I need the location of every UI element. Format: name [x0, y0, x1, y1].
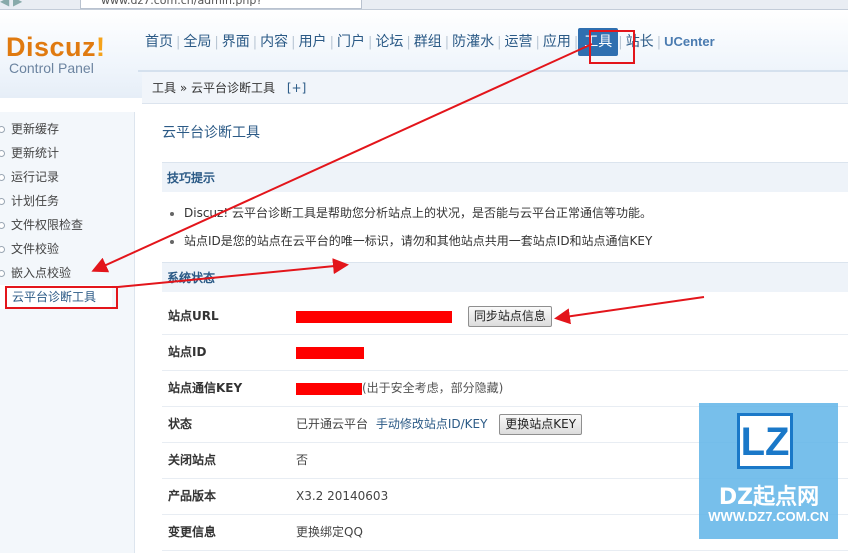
watermark-site: WWW.DZ7.COM.CN	[708, 509, 829, 524]
row-site-url: 站点URL 同步站点信息	[162, 298, 848, 335]
discuz-logo: Discuz! Control Panel	[6, 32, 106, 76]
sidebar-item-label: 嵌入点校验	[11, 266, 72, 280]
bullet-icon	[170, 239, 174, 244]
topnav-forum[interactable]: 论坛	[372, 30, 406, 54]
redacted-site-key	[296, 382, 362, 395]
breadcrumb: 工具 » 云平台诊断工具 [+]	[142, 72, 848, 104]
topnav-content[interactable]: 内容	[257, 30, 291, 54]
edit-site-id-key-link[interactable]: 手动修改站点ID/KEY	[376, 417, 488, 431]
status-value: 已开通云平台 手动修改站点ID/KEY 更换站点KEY	[296, 406, 583, 442]
topnav-home[interactable]: 首页	[142, 30, 176, 54]
tip-text: Discuz! 云平台诊断工具是帮助您分析站点上的状况，是否能与云平台正常通信等…	[184, 206, 652, 220]
status-label: 状态	[168, 417, 193, 431]
watermark-logo-icon: LZ	[737, 413, 793, 469]
sidebar-item-label: 运行记录	[11, 170, 60, 184]
row-site-id: 站点ID	[162, 334, 848, 371]
sidebar-item-run-log[interactable]: 运行记录	[0, 165, 59, 189]
redacted-site-id	[296, 346, 364, 359]
topnav-groups[interactable]: 群组	[411, 30, 445, 54]
change-site-key-button[interactable]: 更换站点KEY	[499, 414, 583, 435]
bullet-icon	[0, 246, 5, 253]
topnav-users[interactable]: 用户	[296, 30, 330, 54]
bullet-icon	[0, 270, 5, 277]
sidebar-item-label: 文件权限检查	[11, 218, 84, 232]
browser-nav-icons[interactable]: ◀ ▶	[0, 0, 60, 8]
topnav-ucenter[interactable]: UCenter	[661, 30, 718, 54]
tip-text: 站点ID是您的站点在云平台的唯一标识，请勿和其他站点共用一套站点ID和站点通信K…	[184, 234, 653, 248]
site-key-label: 站点通信KEY	[168, 381, 243, 395]
page-title: 云平台诊断工具	[162, 125, 260, 141]
bullet-icon	[0, 222, 5, 229]
bullet-icon	[0, 126, 5, 133]
site-key-note: (出于安全考虑，部分隐藏)	[362, 381, 504, 395]
logo-bang: !	[96, 32, 106, 62]
sidebar-item-scheduled-tasks[interactable]: 计划任务	[0, 189, 59, 213]
tip-item: 站点ID是您的站点在云平台的唯一标识，请勿和其他站点共用一套站点ID和站点通信K…	[170, 232, 652, 249]
sidebar-item-update-stats[interactable]: 更新统计	[0, 141, 59, 165]
site-id-value	[296, 334, 364, 370]
annotation-highlight-tools-tab	[589, 30, 635, 64]
bullet-icon	[0, 150, 5, 157]
site-url-value: 同步站点信息	[296, 298, 552, 334]
add-shortcut-button[interactable]: [+]	[287, 81, 306, 95]
tip-item: Discuz! 云平台诊断工具是帮助您分析站点上的状况，是否能与云平台正常通信等…	[170, 204, 652, 221]
redacted-site-url	[296, 310, 452, 323]
status-text: 已开通云平台	[296, 417, 369, 431]
site-key-value: (出于安全考虑，部分隐藏)	[296, 370, 503, 406]
site-url-label: 站点URL	[168, 309, 219, 323]
row-site-key: 站点通信KEY (出于安全考虑，部分隐藏)	[162, 370, 848, 407]
product-version-label: 产品版本	[168, 489, 217, 503]
status-heading: 系统状态	[162, 262, 848, 292]
site-id-label: 站点ID	[168, 345, 207, 359]
browser-address-bar: ◀ ▶ www.dz7.com.cn/admin.php?	[0, 0, 848, 10]
product-version-value: X3.2 20140603	[296, 489, 389, 503]
sidebar-item-label: 更新统计	[11, 146, 60, 160]
topnav-antispam[interactable]: 防灌水	[449, 30, 497, 54]
sidebar: 更新缓存 更新统计 运行记录 计划任务 文件权限检查 文件校验 嵌入点校验 云平…	[0, 112, 135, 553]
topnav-interface[interactable]: 界面	[219, 30, 253, 54]
bullet-icon	[170, 211, 174, 216]
change-info-label: 变更信息	[168, 525, 217, 539]
sidebar-item-label: 计划任务	[11, 194, 60, 208]
breadcrumb-root[interactable]: 工具	[152, 81, 176, 95]
sidebar-item-hook-verify[interactable]: 嵌入点校验	[0, 261, 71, 285]
topnav-operations[interactable]: 运营	[502, 30, 536, 54]
topnav-portal[interactable]: 门户	[334, 30, 368, 54]
logo-subtitle: Control Panel	[9, 60, 94, 76]
close-site-label: 关闭站点	[168, 453, 217, 467]
sidebar-item-label: 文件校验	[11, 242, 60, 256]
logo-brand: Discuz	[6, 32, 97, 62]
close-site-value: 否	[296, 453, 309, 467]
annotation-highlight-sidebar-item	[5, 286, 118, 309]
watermark: LZ DZ起点网 WWW.DZ7.COM.CN	[699, 403, 838, 539]
sidebar-item-file-permissions[interactable]: 文件权限检查	[0, 213, 83, 237]
url-field[interactable]: www.dz7.com.cn/admin.php?	[80, 0, 362, 9]
tips-heading: 技巧提示	[162, 162, 848, 192]
sync-site-info-button[interactable]: 同步站点信息	[467, 306, 552, 327]
bullet-icon	[0, 174, 5, 181]
change-bound-qq-link[interactable]: 更换绑定QQ	[296, 514, 363, 550]
watermark-name: DZ起点网	[718, 485, 820, 510]
breadcrumb-current: 云平台诊断工具	[191, 81, 276, 95]
sidebar-item-file-verify[interactable]: 文件校验	[0, 237, 59, 261]
sidebar-item-update-cache[interactable]: 更新缓存	[0, 117, 59, 141]
sidebar-item-label: 更新缓存	[11, 122, 60, 136]
topnav-global[interactable]: 全局	[180, 30, 214, 54]
breadcrumb-separator: »	[179, 81, 188, 95]
topnav-apps[interactable]: 应用	[540, 30, 574, 54]
bullet-icon	[0, 198, 5, 205]
